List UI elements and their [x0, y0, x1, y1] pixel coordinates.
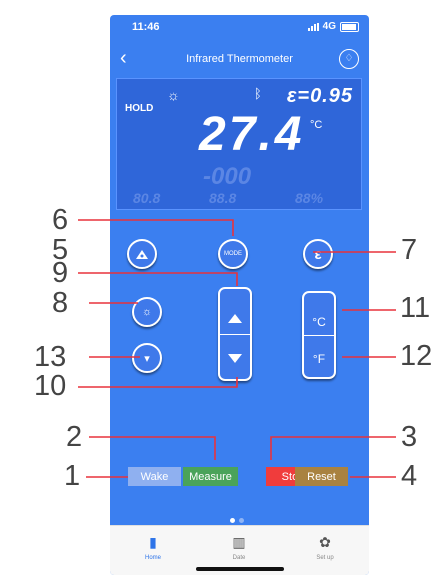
callout-3: 3	[401, 421, 418, 453]
callout-13: 13	[34, 341, 67, 373]
callout-6: 6	[52, 204, 69, 236]
callout-10: 10	[34, 370, 67, 402]
callout-9: 9	[52, 257, 69, 289]
callout-4: 4	[401, 460, 418, 492]
callout-line-2	[89, 436, 216, 460]
callout-line-3	[270, 436, 396, 460]
callout-12: 12	[400, 340, 433, 372]
callout-2: 2	[66, 421, 83, 453]
callout-7: 7	[401, 234, 418, 266]
callout-line-9	[78, 272, 238, 286]
callout-1: 1	[64, 460, 81, 492]
callout-line-6	[78, 219, 234, 236]
callout-8: 8	[52, 287, 69, 319]
callout-11: 11	[400, 292, 431, 324]
callout-line-10	[78, 377, 238, 388]
